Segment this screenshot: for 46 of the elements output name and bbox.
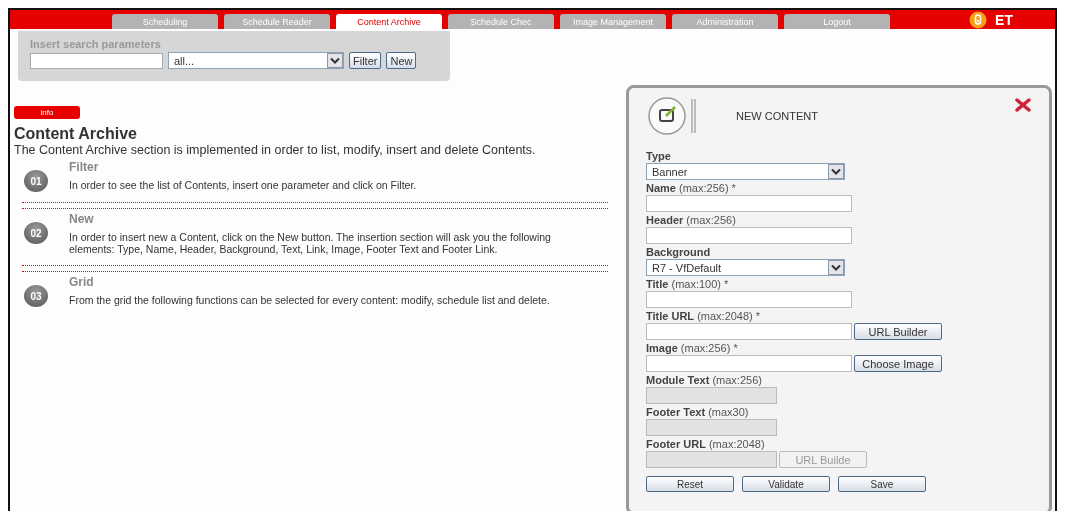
select-field[interactable]: R7 - VfDefault: [646, 259, 845, 276]
step-description: In order to see the list of Contents, insert one parameter and click on Filter.: [69, 179, 418, 191]
input-field[interactable]: [646, 323, 852, 340]
nav-tab[interactable]: Content Archive: [336, 14, 442, 29]
field-label: Type: [646, 150, 672, 163]
section-intro: The Content Archive section is implemented in order to list, modify, insert and delete Contents.: [14, 143, 537, 157]
field-button[interactable]: URL Builder: [854, 323, 942, 340]
step-number: 01: [24, 170, 48, 192]
dropdown-icon[interactable]: [327, 53, 343, 68]
input-field[interactable]: [646, 291, 852, 308]
step-title: New: [69, 212, 95, 226]
section-title: Content Archive: [14, 125, 138, 143]
input-field[interactable]: [646, 195, 852, 212]
step-number: 03: [24, 285, 48, 307]
field-label: Footer URL (max:2048): [646, 438, 766, 451]
field-label: Background: [646, 246, 712, 259]
category-select[interactable]: all...: [168, 52, 344, 69]
form-button[interactable]: Validate: [742, 476, 830, 492]
field-label: Title (max:100) *: [646, 278, 730, 291]
dropdown-icon[interactable]: [828, 260, 844, 275]
field-label: Title URL (max:2048) *: [646, 310, 762, 323]
form-button[interactable]: Save: [838, 476, 926, 492]
form-button[interactable]: Reset: [646, 476, 734, 492]
search-field[interactable]: [30, 52, 163, 69]
step-number: 02: [24, 222, 48, 244]
step-title: Filter: [69, 160, 100, 174]
info-badge: info: [14, 106, 80, 119]
step-title: Grid: [69, 275, 95, 289]
field-label: Header (max:256): [646, 214, 737, 227]
field-label: Name (max:256) *: [646, 182, 737, 195]
dropdown-icon[interactable]: [828, 164, 844, 179]
panel-title: NEW CONTENT: [736, 110, 818, 122]
logo-text: ET: [995, 11, 1013, 28]
field-label: Footer Text (max30): [646, 406, 750, 419]
close-icon[interactable]: [1015, 98, 1031, 112]
input-field[interactable]: [646, 227, 852, 244]
select-field[interactable]: Banner: [646, 163, 845, 180]
field-button[interactable]: Choose Image: [854, 355, 942, 372]
search-title: Insert search parameters: [30, 38, 162, 50]
field-label: Module Text (max:256): [646, 374, 763, 387]
input-field[interactable]: [646, 355, 852, 372]
step-description: In order to insert new a Content, click on the New button. The insertion section will ask you the following elements: Type, Name, Header, Background, Text, Link, Image, Footer Text and Footer Link.: [69, 231, 552, 255]
search-button[interactable]: New: [386, 52, 417, 69]
step-description: From the grid the following functions can be selected for every content: modify, schedule list and delete.: [69, 294, 551, 306]
search-button[interactable]: Filter: [349, 52, 382, 69]
field-label: Image (max:256) *: [646, 342, 739, 355]
